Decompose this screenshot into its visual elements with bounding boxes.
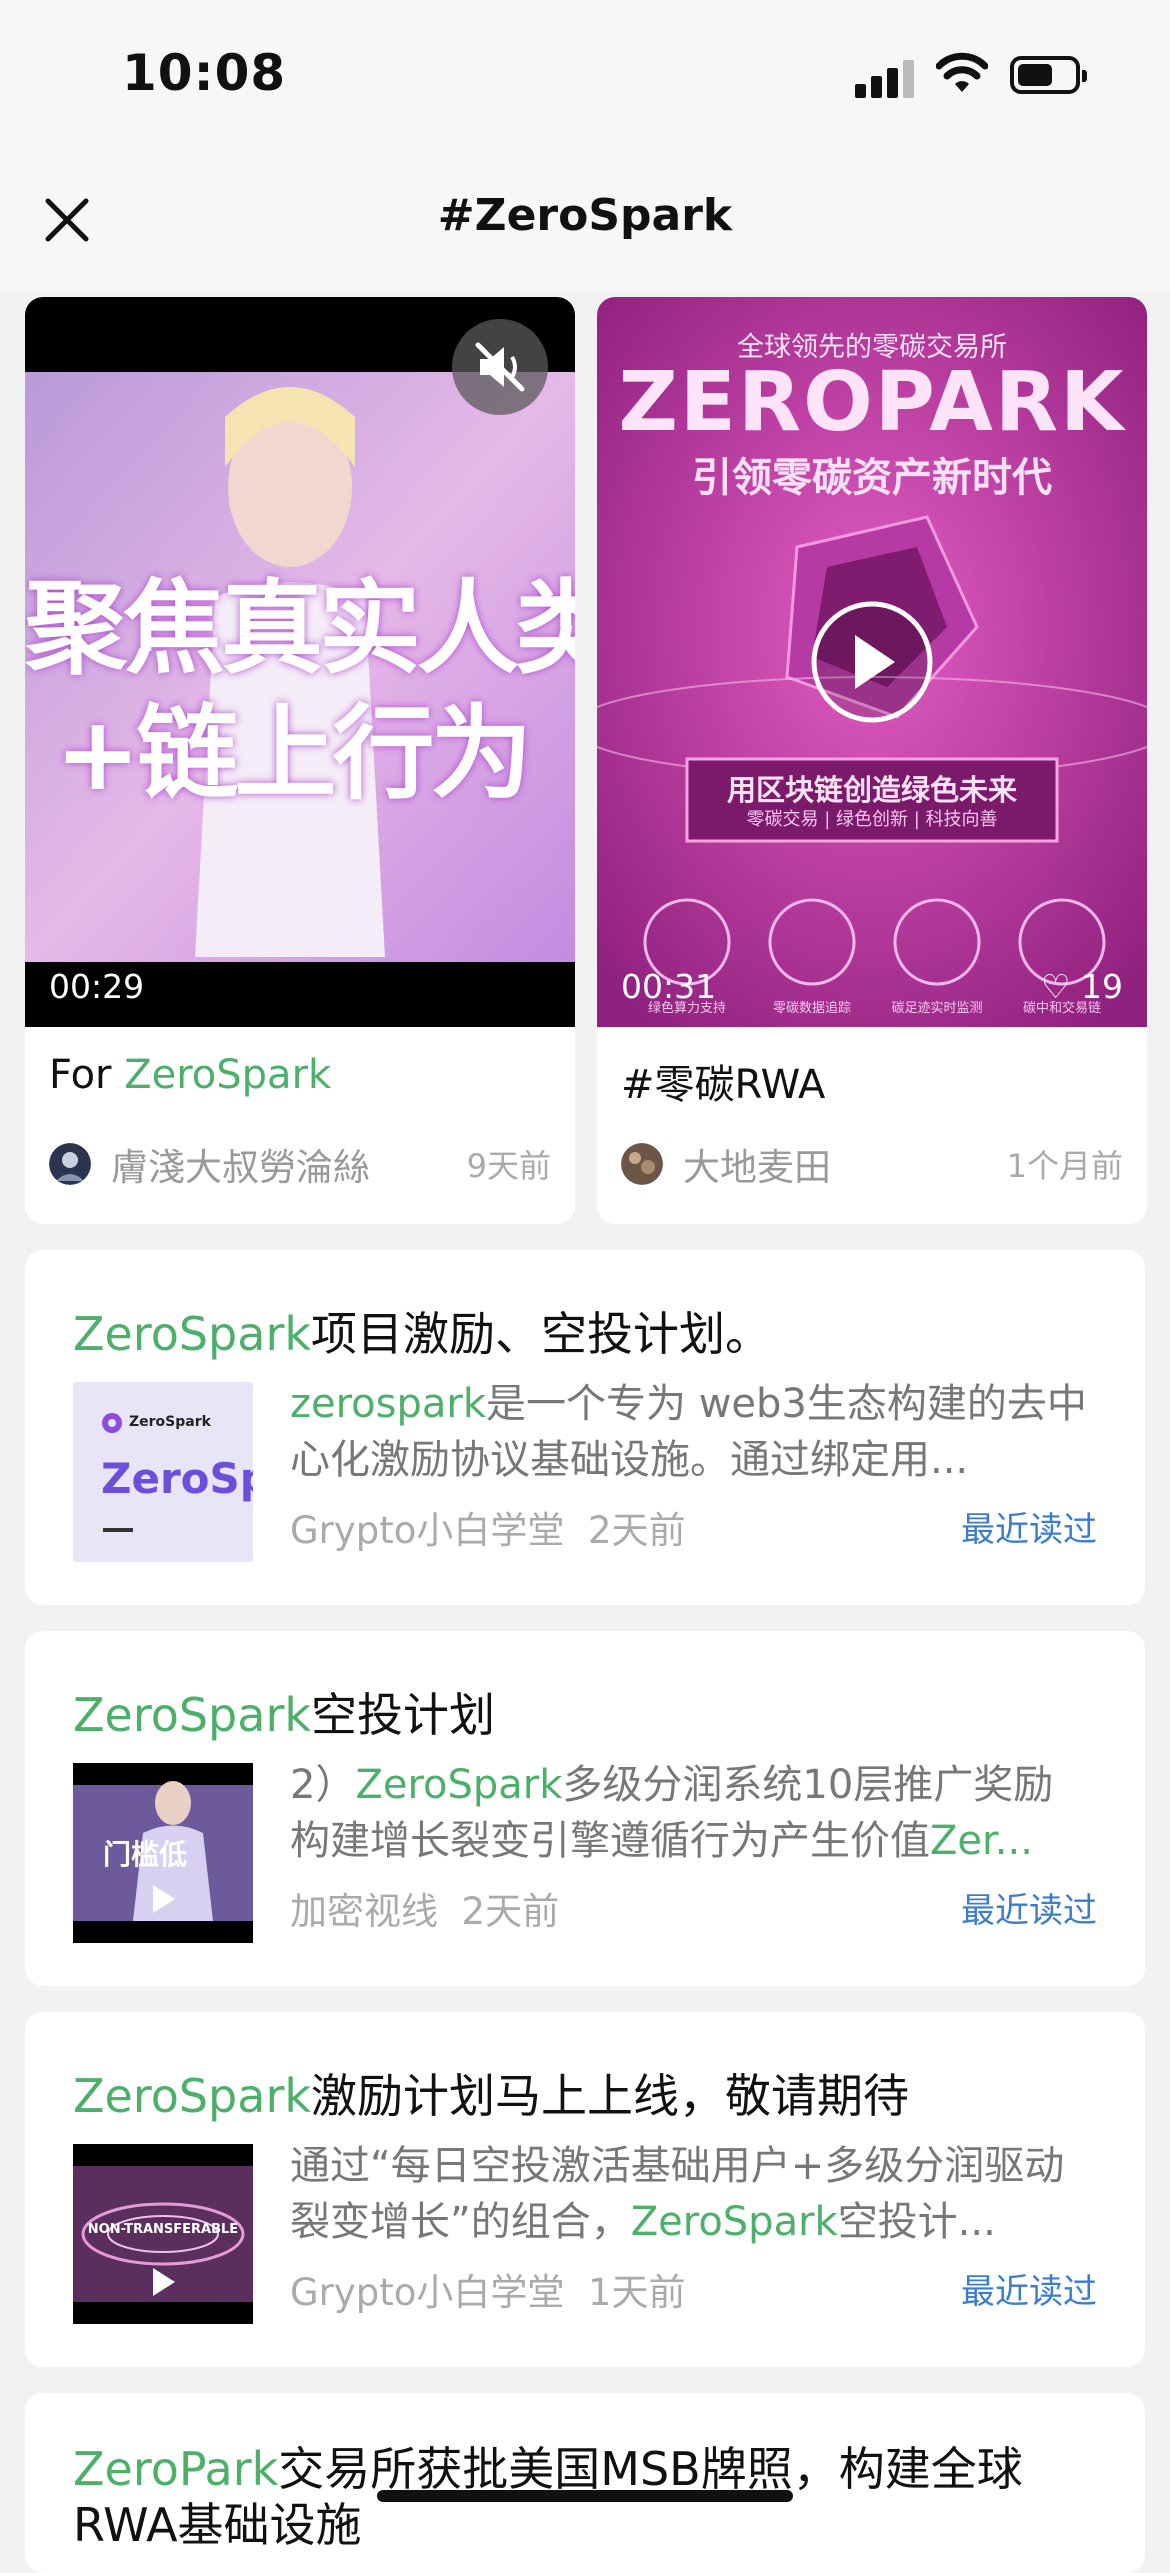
article-card[interactable]: ZeroSpark空投计划 门槛低 2）ZeroSpark多级分润系统10层推广…: [25, 1631, 1145, 1986]
thumb-text: 门槛低: [103, 1838, 188, 1871]
snippet-highlight: ZeroSpark: [355, 1762, 563, 1808]
article-meta: Grypto小白学堂 2天前: [290, 1500, 686, 1554]
video-overlay-text: +链上行为: [55, 695, 532, 814]
poster-icon-label: 碳足迹实时监测: [891, 1001, 983, 1016]
article-source: Grypto小白学堂: [290, 2271, 565, 2314]
recently-read-badge: 最近读过: [961, 1891, 1097, 1931]
article-source: Grypto小白学堂: [290, 1509, 565, 1552]
mute-icon[interactable]: [452, 319, 548, 415]
thumb-brand: ZeroSpark: [129, 1414, 211, 1430]
article-time: 2天前: [587, 1509, 686, 1552]
article-card[interactable]: ZeroSpark激励计划马上上线，敬请期待 NON-TRANSFERABLE …: [25, 2012, 1145, 2367]
title-text: 激励计划马上上线，敬请期待: [311, 2069, 909, 2123]
article-time: 2天前: [461, 1890, 560, 1933]
video-caption[interactable]: #零碳RWA: [621, 1052, 825, 1110]
article-meta: 加密视线 2天前: [290, 1881, 559, 1935]
thumb-decoration: [103, 1528, 133, 1532]
video-thumbnail[interactable]: 全球领先的零碳交易所 ZEROPARK 引领零碳资产新时代 用区块链创造绿色未来…: [597, 297, 1147, 1027]
caption-text: For: [49, 1052, 125, 1098]
poster-banner-sub: 零碳交易 | 绿色创新 | 科技向善: [746, 809, 998, 830]
author-name: 大地麦田: [683, 1146, 831, 1189]
wifi-icon: [936, 52, 988, 92]
article-snippet: 通过“每日空投激活基础用户+多级分润驱动裂变增长”的组合，ZeroSpark空投…: [290, 2138, 1090, 2250]
status-bar: 10:08: [0, 0, 1170, 150]
title-highlight: ZeroPark: [73, 2442, 279, 2496]
snippet-text: 空投计...: [837, 2199, 996, 2245]
article-card[interactable]: ZeroSpark项目激励、空投计划。 ZeroSpark ZeroSp zer…: [25, 1250, 1145, 1605]
article-title: ZeroSpark项目激励、空投计划。: [73, 1298, 771, 1364]
poster-subtitle: 引领零碳资产新时代: [692, 455, 1052, 501]
caption-highlight: ZeroSpark: [124, 1052, 332, 1098]
thumb-text: ZeroSp: [101, 1454, 253, 1503]
thumb-text: NON-TRANSFERABLE: [87, 2222, 239, 2237]
post-time: 9天前: [466, 1147, 551, 1185]
video-card[interactable]: 聚焦真实人类 +链上行为 00:29 For ZeroSpark 膚淺大叔勞淪絲…: [25, 297, 575, 1224]
snippet-highlight: zerospark: [290, 1381, 486, 1427]
battery-icon: [1010, 56, 1087, 94]
video-thumbnail[interactable]: 聚焦真实人类 +链上行为 00:29: [25, 297, 575, 1027]
video-card[interactable]: 全球领先的零碳交易所 ZEROPARK 引领零碳资产新时代 用区块链创造绿色未来…: [597, 297, 1147, 1224]
video-duration: 00:29: [49, 967, 145, 1006]
snippet-highlight: Zer...: [930, 1818, 1033, 1864]
status-time: 10:08: [122, 44, 287, 102]
like-count: ♡ 19: [1041, 967, 1123, 1006]
snippet-text: 2）: [290, 1762, 356, 1808]
avatar: [621, 1143, 663, 1185]
video-caption[interactable]: For ZeroSpark: [49, 1052, 331, 1098]
video-author[interactable]: 大地麦田 1个月前: [621, 1137, 1123, 1189]
article-meta: Grypto小白学堂 1天前: [290, 2262, 686, 2316]
title-text: 空投计划: [311, 1688, 495, 1742]
video-duration: 00:31: [621, 967, 717, 1006]
title-text: 项目激励、空投计划。: [311, 1307, 771, 1361]
article-title: ZeroSpark空投计划: [73, 1679, 495, 1745]
snippet-highlight: ZeroSpark: [630, 2199, 838, 2245]
title-highlight: ZeroSpark: [73, 2069, 311, 2123]
poster-title: ZEROPARK: [618, 355, 1126, 450]
article-thumbnail: 门槛低: [73, 1763, 253, 1943]
article-title: ZeroSpark激励计划马上上线，敬请期待: [73, 2060, 909, 2126]
like-count-value: 19: [1081, 967, 1123, 1006]
recently-read-badge: 最近读过: [961, 1510, 1097, 1550]
brand-logo-icon: [102, 1413, 122, 1433]
author-name: 膚淺大叔勞淪絲: [111, 1146, 370, 1189]
article-card[interactable]: ZeroPark交易所获批美国MSB牌照，构建全球RWA基础设施: [25, 2393, 1145, 2573]
poster-banner: 用区块链创造绿色未来: [726, 773, 1017, 807]
recently-read-badge: 最近读过: [961, 2272, 1097, 2312]
article-snippet: 2）ZeroSpark多级分润系统10层推广奖励构建增长裂变引擎遵循行为产生价值…: [290, 1757, 1090, 1869]
article-source: 加密视线: [290, 1890, 438, 1933]
avatar: [49, 1143, 91, 1185]
home-indicator[interactable]: [377, 2490, 793, 2502]
article-time: 1天前: [587, 2271, 686, 2314]
heart-icon: ♡: [1040, 967, 1071, 1006]
page-title: #ZeroSpark: [437, 190, 733, 241]
poster-icon-label: 零碳数据追踪: [772, 1001, 851, 1016]
cellular-signal-icon: [855, 58, 915, 98]
article-thumbnail: NON-TRANSFERABLE: [73, 2144, 253, 2324]
title-highlight: ZeroSpark: [73, 1307, 311, 1361]
post-time: 1个月前: [1006, 1147, 1123, 1185]
article-snippet: zerospark是一个专为 web3生态构建的去中心化激励协议基础设施。通过绑…: [290, 1376, 1090, 1488]
article-thumbnail: ZeroSpark ZeroSp: [73, 1382, 253, 1562]
title-highlight: ZeroSpark: [73, 1688, 311, 1742]
video-author[interactable]: 膚淺大叔勞淪絲 9天前: [49, 1137, 551, 1189]
